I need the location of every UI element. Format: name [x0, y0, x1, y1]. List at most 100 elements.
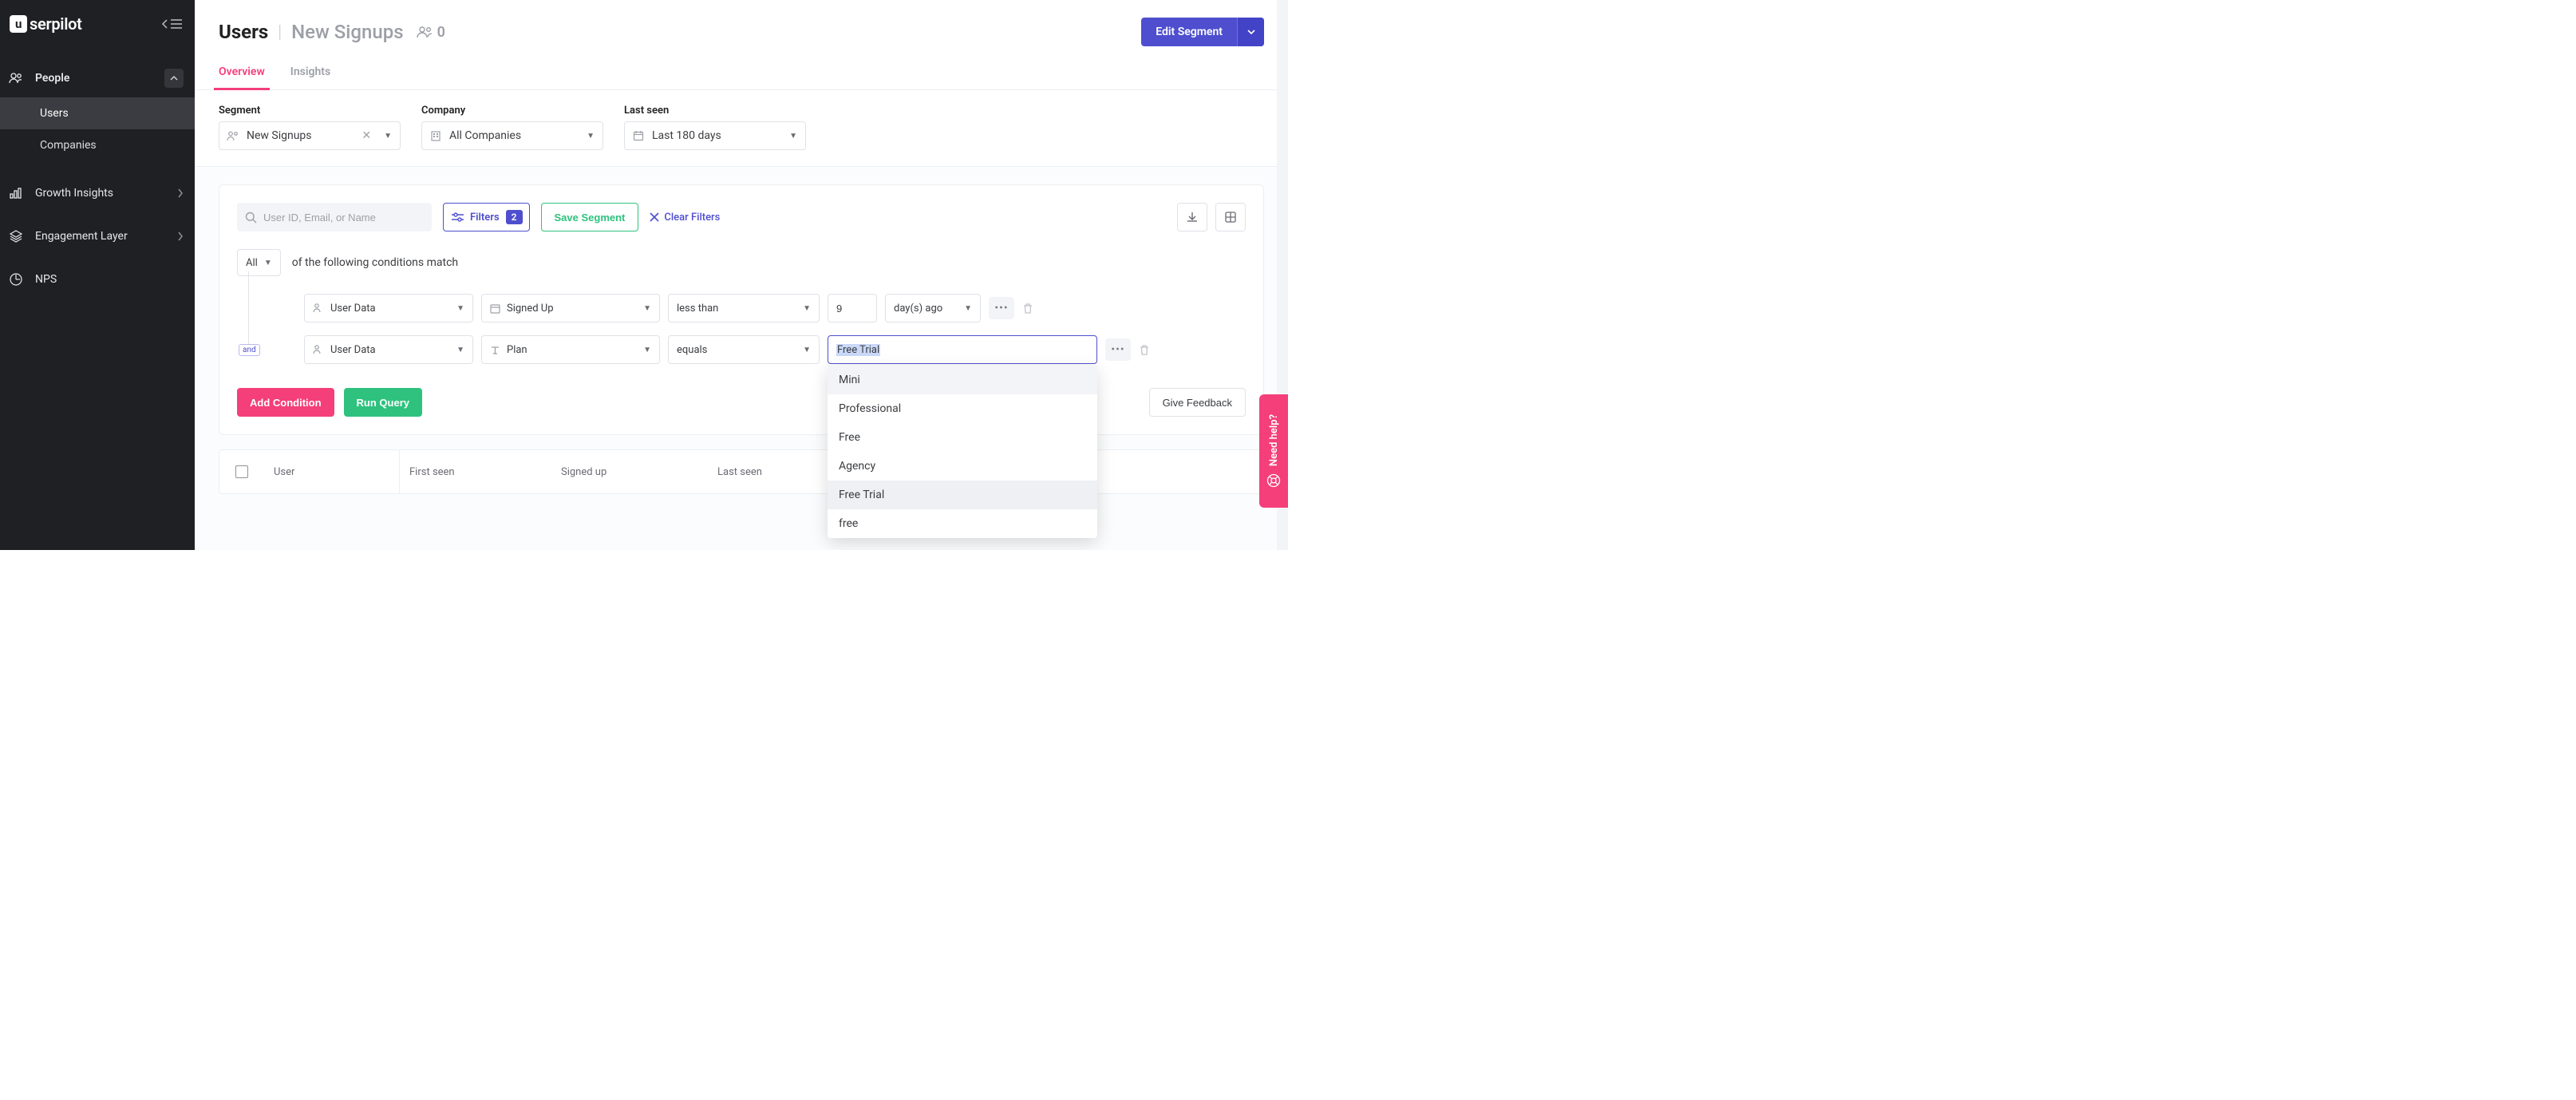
table-header-row: User First seen Signed up Last seen [219, 450, 1263, 493]
cond2-scope-value: User Data [330, 344, 450, 356]
results-table: User First seen Signed up Last seen [219, 449, 1264, 494]
cond1-value-input[interactable] [828, 294, 877, 322]
dropdown-option-agency[interactable]: Agency [828, 452, 1097, 481]
layers-icon [8, 230, 24, 243]
col-user[interactable]: User [264, 450, 400, 493]
chevron-down-icon: ▼ [456, 346, 464, 354]
need-help-label: Need help? [1268, 414, 1280, 466]
people-icon [313, 345, 324, 354]
cond2-op-select[interactable]: equals ▼ [668, 335, 820, 364]
chevron-down-icon: ▼ [579, 132, 603, 140]
give-feedback-button[interactable]: Give Feedback [1149, 388, 1246, 417]
columns-button[interactable] [1215, 203, 1246, 231]
chevron-up-icon[interactable] [164, 69, 184, 88]
and-connector: and [239, 344, 260, 356]
need-help-button[interactable]: Need help? [1259, 394, 1288, 508]
chevron-down-icon: ▼ [643, 304, 651, 313]
page-subtitle: New Signups [291, 21, 403, 43]
chevron-down-icon: ▼ [643, 346, 651, 354]
cond1-more-button[interactable]: ••• [989, 297, 1014, 319]
match-scope-select[interactable]: All ▼ [237, 249, 281, 276]
edit-segment-button[interactable]: Edit Segment [1141, 18, 1264, 46]
page-header: Users | New Signups 0 Edit Segment [195, 0, 1288, 46]
select-all-checkbox-cell [219, 465, 264, 478]
dropdown-option-free-trial[interactable]: Free Trial [828, 481, 1097, 509]
calendar-icon [490, 303, 500, 314]
sidebar-section-growth-label: Growth Insights [35, 187, 113, 200]
filter-bar: Segment New Signups ✕ ▼ Company All Comp… [195, 90, 1288, 167]
people-icon [8, 73, 24, 84]
col-signed-up[interactable]: Signed up [551, 466, 708, 478]
segment-filter-label: Segment [219, 105, 401, 117]
sidebar-item-users[interactable]: Users [0, 97, 195, 129]
gauge-icon [8, 273, 24, 286]
chevron-down-icon: ▼ [376, 132, 400, 140]
run-query-button[interactable]: Run Query [344, 388, 422, 417]
title-separator: | [278, 22, 282, 42]
lifebuoy-icon [1266, 473, 1281, 488]
company-filter-label: Company [421, 105, 603, 117]
brand-logo: u serpilot [10, 14, 82, 34]
edit-segment-dropdown-toggle[interactable] [1237, 18, 1264, 46]
cond2-more-button[interactable]: ••• [1105, 338, 1131, 361]
cond1-scope-value: User Data [330, 303, 450, 315]
dropdown-option-mini[interactable]: Mini [828, 366, 1097, 394]
cond1-unit-value: day(s) ago [894, 303, 958, 315]
trash-icon [1139, 344, 1150, 356]
cond1-attr-select[interactable]: Signed Up ▼ [481, 294, 660, 322]
brand-text: serpilot [30, 14, 82, 34]
cond2-value-input[interactable]: Free Trial [828, 335, 1097, 364]
cond2-attr-select[interactable]: Plan ▼ [481, 335, 660, 364]
lastseen-select[interactable]: Last 180 days ▼ [624, 121, 806, 150]
search-icon [245, 212, 257, 224]
search-input[interactable] [263, 212, 424, 224]
chevron-down-icon [1247, 29, 1255, 35]
select-all-checkbox[interactable] [235, 465, 248, 478]
filters-button[interactable]: Filters 2 [443, 203, 530, 231]
sidebar-section-nps[interactable]: NPS [0, 263, 195, 295]
calendar-icon [625, 130, 652, 141]
bar-chart-icon [8, 188, 24, 199]
col-last-seen[interactable]: Last seen [708, 466, 836, 478]
tab-insights[interactable]: Insights [290, 65, 330, 89]
segment-select[interactable]: New Signups ✕ ▼ [219, 121, 401, 150]
plan-autocomplete-dropdown: Mini Professional Free Agency Free Trial… [828, 366, 1097, 538]
dropdown-option-professional[interactable]: Professional [828, 394, 1097, 423]
chevron-left-icon [161, 19, 169, 29]
cond1-op-select[interactable]: less than ▼ [668, 294, 820, 322]
condition-row-2: and User Data ▼ Plan ▼ [261, 329, 1246, 370]
close-icon [650, 212, 659, 222]
sidebar-section-people[interactable]: People [0, 59, 195, 97]
cond2-scope-select[interactable]: User Data ▼ [304, 335, 473, 364]
text-icon [490, 345, 500, 355]
cond1-unit-select[interactable]: day(s) ago ▼ [885, 294, 981, 322]
tab-overview[interactable]: Overview [219, 65, 265, 89]
search-input-wrap[interactable] [237, 203, 432, 231]
sidebar-item-companies[interactable]: Companies [0, 129, 195, 161]
add-condition-button[interactable]: Add Condition [237, 388, 334, 417]
people-icon [219, 131, 247, 141]
save-segment-button[interactable]: Save Segment [541, 203, 639, 231]
col-first-seen[interactable]: First seen [400, 466, 551, 478]
page-title: Users [219, 21, 268, 43]
match-scope-value: All [246, 257, 258, 269]
clear-icon[interactable]: ✕ [357, 129, 376, 142]
dropdown-option-free[interactable]: Free [828, 423, 1097, 452]
dropdown-option-free-lower[interactable]: free [828, 509, 1097, 538]
cond1-scope-select[interactable]: User Data ▼ [304, 294, 473, 322]
cond2-delete-button[interactable] [1139, 344, 1150, 356]
download-button[interactable] [1177, 203, 1207, 231]
sidebar-collapse-toggle[interactable] [161, 19, 182, 29]
filters-label: Filters [470, 212, 500, 224]
cond1-delete-button[interactable] [1022, 303, 1033, 315]
company-select-value: All Companies [449, 129, 579, 142]
download-icon [1187, 212, 1198, 223]
chevron-down-icon: ▼ [781, 132, 805, 140]
sidebar-section-engagement-label: Engagement Layer [35, 230, 128, 243]
sidebar-section-engagement[interactable]: Engagement Layer [0, 220, 195, 252]
clear-filters-link[interactable]: Clear Filters [650, 212, 720, 224]
sidebar-section-nps-label: NPS [35, 273, 57, 286]
building-icon [422, 130, 449, 141]
company-select[interactable]: All Companies ▼ [421, 121, 603, 150]
sidebar-section-growth[interactable]: Growth Insights [0, 177, 195, 209]
